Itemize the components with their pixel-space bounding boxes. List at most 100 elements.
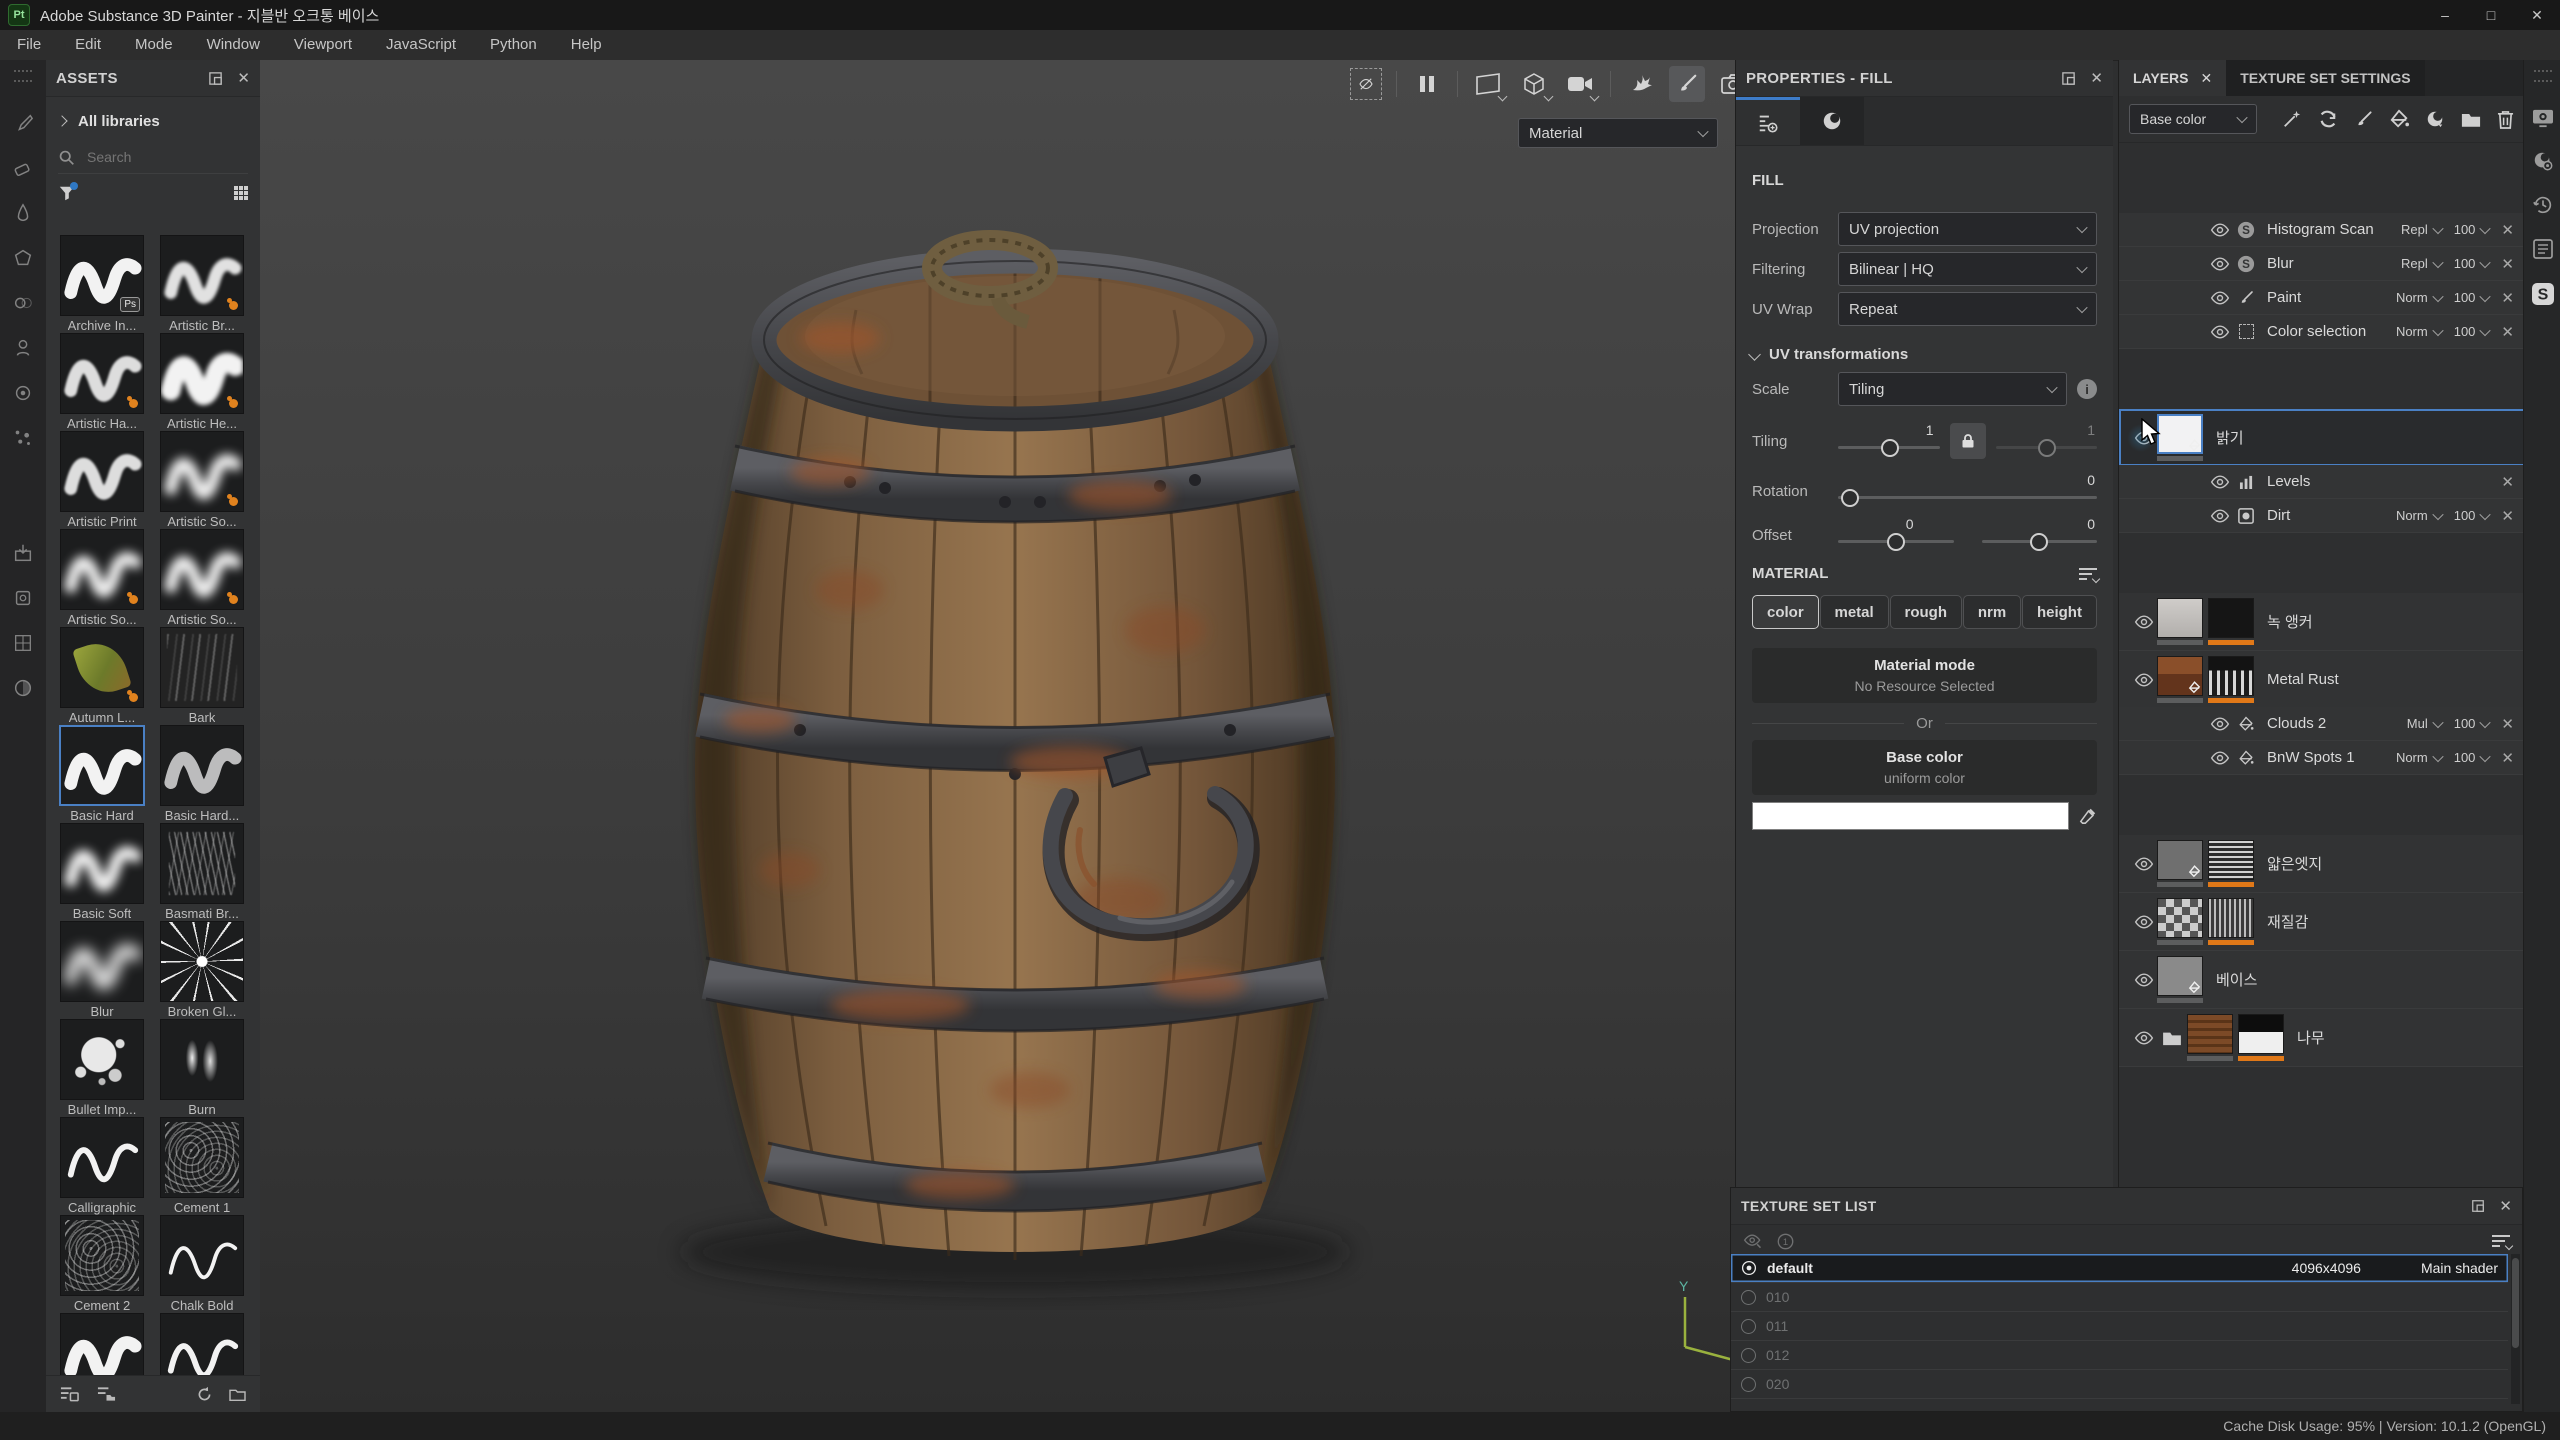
eraser-tool-icon[interactable] [0,145,46,190]
list-options-icon[interactable] [2492,1235,2510,1247]
rotation-value[interactable]: 0 [2087,472,2095,488]
blend-mode-dropdown[interactable]: Norm [2396,508,2442,523]
base-color-button[interactable]: Base color uniform color [1752,740,2097,795]
close-icon[interactable]: ✕ [2090,69,2103,87]
delete-layer-icon[interactable] [2497,110,2514,129]
add-effect-wand-icon[interactable] [2282,109,2302,129]
asset-thumbnail[interactable]: Ps [160,1019,244,1100]
opacity-dropdown[interactable]: 100 [2454,508,2490,523]
minimize-button[interactable]: – [2422,0,2468,30]
export-tool-icon[interactable] [0,530,46,575]
visibility-eye-icon[interactable] [2207,717,2233,731]
layer-row[interactable]: S [2119,247,2524,281]
add-generator-icon[interactable] [2425,109,2445,129]
visibility-eye-icon[interactable] [2131,1031,2157,1045]
visibility-eye-icon[interactable] [2207,223,2233,237]
perspective-view-icon[interactable] [1470,66,1506,102]
visible-eye-icon[interactable] [1741,1260,1757,1276]
menu-item[interactable]: Window [190,30,277,60]
layer-row[interactable]: S [2119,213,2524,247]
scale-mode-dropdown[interactable]: Tiling [1838,372,2067,406]
asset-item[interactable]: Ps Artistic So... [152,529,252,627]
rotation-slider[interactable]: 0 [1838,496,2097,499]
menu-item[interactable]: Viewport [277,30,369,60]
visibility-eye-icon[interactable] [2131,615,2157,629]
material-options-icon[interactable] [2079,568,2097,580]
blend-mode-dropdown[interactable]: Repl [2401,256,2442,271]
visibility-eye-icon[interactable] [2207,325,2233,339]
asset-item[interactable]: Ps Artistic So... [152,431,252,529]
hidden-eye-icon[interactable] [1741,1319,1756,1334]
opacity-dropdown[interactable]: 100 [2454,222,2490,237]
visibility-filter-icon[interactable] [1743,1233,1763,1249]
grid-view-icon[interactable] [234,186,248,200]
slider-knob[interactable] [1887,533,1905,551]
offset-x-value[interactable]: 0 [1906,516,1914,532]
material-picker-tool-icon[interactable] [0,370,46,415]
asset-thumbnail[interactable]: Ps [160,235,244,316]
layer-row[interactable]: S [2119,315,2524,349]
asset-thumbnail[interactable]: Ps [160,1313,244,1376]
asset-item[interactable]: Ps Artistic He... [152,333,252,431]
polygon-fill-tool-icon[interactable] [0,235,46,280]
close-button[interactable]: ✕ [2514,0,2560,30]
paint-tool-icon[interactable] [0,100,46,145]
asset-item[interactable]: Ps Artistic Ha... [52,333,152,431]
tiling-x-slider[interactable]: 1 [1838,446,1940,449]
asset-item[interactable]: Ps Burn [152,1019,252,1117]
layer-row[interactable]: S [2119,951,2560,1009]
layer-row[interactable]: S [2119,409,2560,467]
channel-button[interactable]: rough [1890,595,1963,629]
close-icon[interactable]: ✕ [2499,1197,2512,1215]
add-folder-icon[interactable] [2461,111,2481,128]
asset-search[interactable] [58,141,248,174]
scrollbar[interactable] [2511,1254,2520,1404]
channel-button[interactable]: color [1752,595,1819,629]
asset-item[interactable]: Ps Autumn L... [52,627,152,725]
blend-mode-dropdown[interactable]: Norm [2396,290,2442,305]
asset-thumbnail[interactable]: Ps [59,725,145,806]
asset-thumbnail[interactable]: Ps [160,1117,244,1198]
asset-item[interactable]: Ps Artistic Print [52,431,152,529]
search-input[interactable] [85,148,219,166]
asset-thumbnail[interactable]: Ps [160,529,244,610]
add-paint-layer-icon[interactable] [2354,110,2373,129]
asset-thumbnail[interactable]: Ps [60,921,144,1002]
remove-effect-icon[interactable]: ✕ [2501,323,2514,341]
menu-item[interactable]: Mode [118,30,190,60]
asset-item[interactable]: Ps Basic Soft [52,823,152,921]
asset-thumbnail[interactable]: Ps [160,823,244,904]
opacity-dropdown[interactable]: 100 [2454,324,2490,339]
texture-set-row[interactable]: 010 [1731,1283,2508,1312]
offset-x-slider[interactable]: 0 [1838,540,1954,543]
layer-row[interactable]: S [2119,893,2560,951]
remove-effect-icon[interactable]: ✕ [2501,289,2514,307]
layer-thumbnail[interactable] [2187,1014,2233,1054]
opacity-dropdown[interactable]: 100 [2454,290,2490,305]
hidden-eye-icon[interactable] [1741,1348,1756,1363]
layer-row[interactable]: S [2119,741,2524,775]
asset-thumbnail[interactable]: Ps [160,431,244,512]
library-selector[interactable]: All libraries [46,105,260,137]
uv-wrap-dropdown[interactable]: Repeat [1838,292,2097,326]
projection-tool-icon[interactable] [0,190,46,235]
hidden-eye-icon[interactable] [1741,1377,1756,1392]
asset-thumbnail[interactable]: Ps [60,431,144,512]
display-settings-icon[interactable] [2532,108,2554,128]
visibility-eye-icon[interactable] [2207,751,2233,765]
visibility-eye-icon[interactable] [2207,475,2233,489]
asset-item[interactable]: Ps Basmati Br... [152,823,252,921]
layer-row[interactable]: S [2119,1009,2560,1067]
asset-thumbnail[interactable]: Ps [60,1019,144,1100]
texture-set-row[interactable]: default 4096x4096 Main shader [1731,1254,2508,1283]
asset-item[interactable]: Ps [152,1313,252,1376]
filter-icon[interactable] [58,184,76,202]
remove-effect-icon[interactable]: ✕ [2501,473,2514,491]
slider-knob[interactable] [1841,489,1859,507]
asset-thumbnail[interactable]: Ps [60,1215,144,1296]
tab-material-preview[interactable] [1800,97,1864,145]
menu-item[interactable]: Help [554,30,619,60]
asset-thumbnail[interactable]: Ps [160,921,244,1002]
asset-thumbnail[interactable]: Ps [160,725,244,806]
shader-mode-dropdown[interactable]: Material [1518,118,1718,148]
